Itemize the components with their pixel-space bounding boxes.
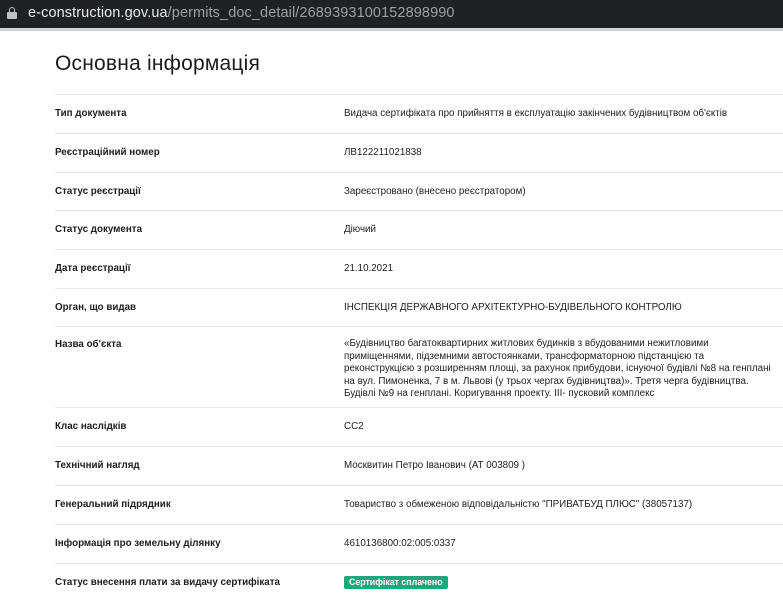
browser-address-bar[interactable]: e-construction.gov.ua/permits_doc_detail… [0, 0, 783, 28]
info-row-issuing-authority: Орган, що видав ІНСПЕКЦІЯ ДЕРЖАВНОГО АРХ… [55, 288, 783, 326]
url-text[interactable]: e-construction.gov.ua/permits_doc_detail… [28, 5, 455, 21]
address-bar-divider [0, 28, 783, 31]
info-value: Товариство з обмеженою відповідальністю … [344, 499, 693, 510]
info-label: Статус документа [55, 224, 143, 235]
info-value: CC2 [344, 421, 364, 432]
info-label: Статус реєстрації [55, 186, 141, 197]
info-value: Москвитин Петро Іванович (АТ 003809 ) [344, 460, 525, 471]
info-row-consequence-class: Клас наслідків CC2 [55, 407, 783, 446]
info-value: ІНСПЕКЦІЯ ДЕРЖАВНОГО АРХІТЕКТУРНО-БУДІВЕ… [344, 302, 682, 313]
url-domain: e-construction.gov.ua [28, 5, 168, 21]
page-title: Основна інформація [55, 52, 261, 75]
info-label: Назва об'єкта [55, 339, 122, 350]
info-row-registration-date: Дата реєстрації 21.10.2021 [55, 249, 783, 288]
info-value: 21.10.2021 [344, 263, 394, 274]
info-row-technical-supervision: Технічний нагляд Москвитин Петро Іванови… [55, 446, 783, 485]
info-value: Зареєстровано (внесено реєстратором) [344, 186, 526, 197]
info-row-document-status: Статус документа Діючий [55, 210, 783, 249]
info-label: Технічний нагляд [55, 460, 140, 471]
info-row-general-contractor: Генеральний підрядник Товариство з обмеж… [55, 485, 783, 524]
info-table: Тип документа Видача сертифіката про при… [55, 94, 783, 601]
info-row-land-plot: Інформація про земельну ділянку 46101368… [55, 524, 783, 563]
info-label: Інформація про земельну ділянку [55, 538, 221, 549]
info-row-registration-status: Статус реєстрації Зареєстровано (внесено… [55, 172, 783, 210]
info-label: Генеральний підрядник [55, 499, 171, 510]
status-badge: Сертифікат сплачено [344, 576, 448, 589]
url-path: /permits_doc_detail/2689393100152898990 [167, 5, 455, 21]
info-label: Дата реєстрації [55, 263, 131, 274]
info-value: «Будівництво багатоквартирних житлових б… [344, 338, 771, 399]
lock-icon[interactable] [7, 7, 17, 19]
info-row-document-type: Тип документа Видача сертифіката про при… [55, 94, 783, 133]
info-value: Діючий [344, 224, 376, 235]
info-label: Орган, що видав [55, 302, 137, 313]
info-value: Видача сертифіката про прийняття в експл… [344, 108, 728, 119]
info-label: Статус внесення плати за видачу сертифік… [55, 577, 281, 588]
info-row-registration-number: Реєстраційний номер ЛВ122211021838 [55, 133, 783, 172]
info-value: ЛВ122211021838 [344, 147, 422, 158]
info-row-payment-status: Статус внесення плати за видачу сертифік… [55, 563, 783, 601]
info-label: Клас наслідків [55, 421, 127, 432]
info-label: Реєстраційний номер [55, 147, 160, 158]
info-row-object-name: Назва об'єкта «Будівництво багатоквартир… [55, 326, 783, 407]
info-value: Сертифікат сплачено [344, 576, 776, 590]
info-value: 4610136800:02:005:0337 [344, 538, 456, 549]
info-label: Тип документа [55, 108, 127, 119]
